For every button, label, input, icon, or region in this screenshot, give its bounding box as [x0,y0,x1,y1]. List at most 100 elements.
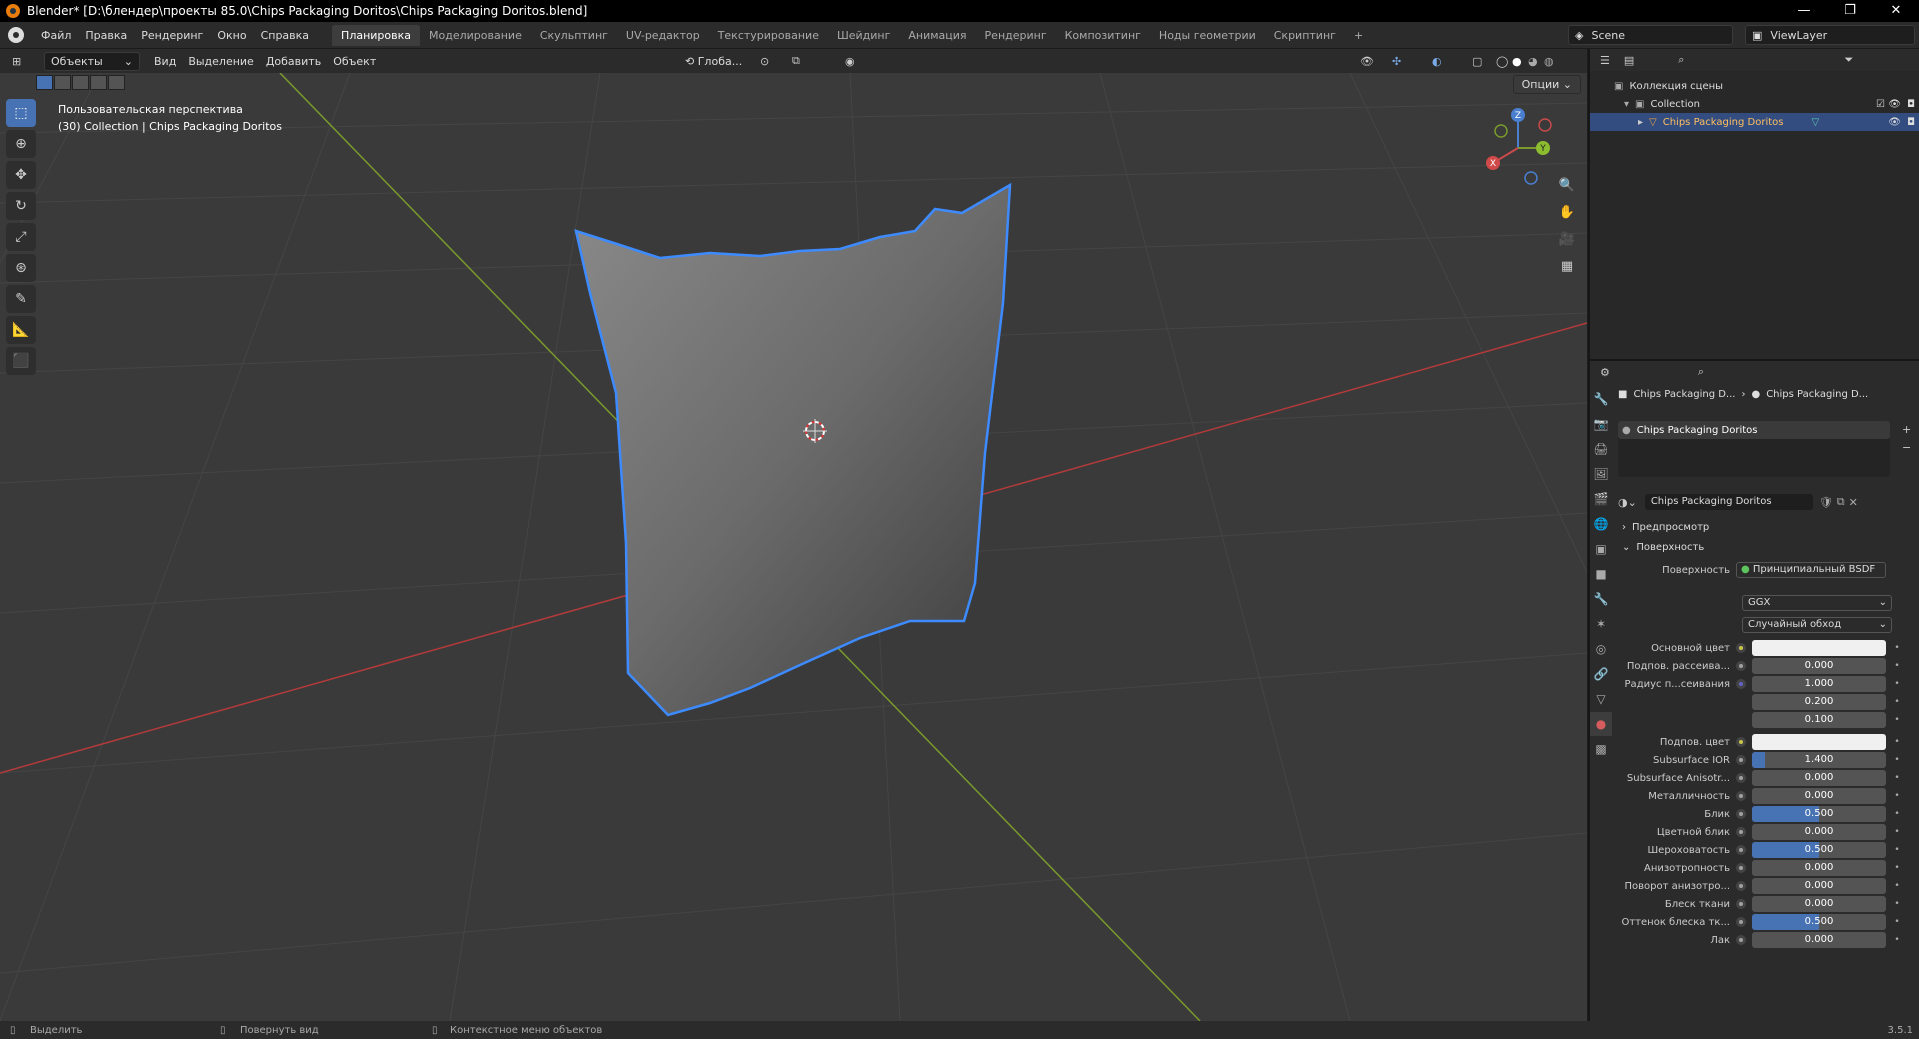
transform-orientation[interactable]: ⟲ Глоба... [685,55,742,68]
rotate-tool-icon[interactable]: ↻ [6,192,36,220]
proportional-edit-icon[interactable]: ◉ [845,55,855,68]
editor-type-icon[interactable]: ⊞ [12,55,21,68]
object-tab-icon[interactable]: ■ [1590,562,1612,586]
bsdf-value-field[interactable]: 1.400 [1752,752,1886,768]
tool-tab-icon[interactable]: 🔧 [1590,387,1612,411]
outliner-editor-icon[interactable]: ☰ [1600,54,1610,67]
tab-animation[interactable]: Анимация [899,25,975,46]
display-mode-icon[interactable]: ▤ [1624,54,1634,67]
keyframe-icon[interactable]: • [1892,755,1902,765]
scale-tool-icon[interactable]: ⤢ [6,223,36,251]
keyframe-icon[interactable]: • [1892,881,1902,891]
menu-file[interactable]: Файл [34,29,78,42]
bsdf-value-field[interactable]: 0.500 [1752,914,1886,930]
ortho-grid-icon[interactable]: ▦ [1553,254,1581,280]
pan-hand-icon[interactable]: ✋ [1553,200,1581,226]
minimize-button[interactable]: — [1781,0,1827,22]
eye-icon[interactable]: 👁 [1888,117,1901,128]
bsdf-value-field[interactable]: 0.000 [1752,788,1886,804]
bsdf-value-field[interactable]: 0.000 [1752,824,1886,840]
select-intersect-icon[interactable] [108,75,125,90]
keyframe-icon[interactable]: • [1892,715,1902,725]
mesh-data-tab-icon[interactable]: ▽ [1590,687,1612,711]
menu-window[interactable]: Окно [210,29,253,42]
eye-icon[interactable]: 👁 [1888,99,1901,110]
properties-editor-icon[interactable]: ⚙ [1600,366,1610,379]
maximize-button[interactable]: ❐ [1827,0,1873,22]
expand-arrow-icon[interactable]: ▸ [1638,117,1643,128]
bsdf-value-field[interactable]: 0.000 [1752,878,1886,894]
bsdf-value-field[interactable]: 0.000 [1752,896,1886,912]
scene-selector[interactable]: ◈ Scene [1568,25,1733,45]
socket-icon[interactable] [1736,809,1746,819]
physics-tab-icon[interactable]: ◎ [1590,637,1612,661]
bsdf-value-field[interactable]: 0.000 [1752,658,1886,674]
outliner-collection[interactable]: ▾ ▣ Collection ☑ 👁 ◘ [1590,95,1919,113]
distribution-dropdown[interactable]: GGX ⌄ [1742,595,1892,611]
blender-menu-icon[interactable] [8,27,24,43]
constraints-tab-icon[interactable]: 🔗 [1590,662,1612,686]
socket-icon[interactable] [1736,881,1746,891]
socket-icon[interactable] [1736,827,1746,837]
tab-shading[interactable]: Шейдинг [828,25,899,46]
tab-sculpting[interactable]: Скульптинг [531,25,617,46]
remove-slot-button[interactable]: − [1902,441,1911,454]
bsdf-value-field[interactable]: 0.000 [1752,932,1886,948]
checkbox-icon[interactable]: ☑ [1876,99,1885,110]
tab-layout[interactable]: Планировка [332,24,421,46]
subsurface-method-dropdown[interactable]: Случайный обход ⌄ [1742,617,1892,633]
socket-icon[interactable] [1736,755,1746,765]
tab-uv-editing[interactable]: UV-редактор [617,25,709,46]
bsdf-value-field[interactable]: 0.200 [1752,694,1886,710]
pivot-icon[interactable]: ⊙ [760,55,769,68]
bsdf-value-field[interactable] [1752,734,1886,750]
keyframe-icon[interactable]: • [1892,899,1902,909]
tab-compositing[interactable]: Композитинг [1056,25,1150,46]
bsdf-value-field[interactable]: 0.500 [1752,842,1886,858]
keyframe-icon[interactable]: • [1892,697,1902,707]
keyframe-icon[interactable]: • [1892,679,1902,689]
annotate-tool-icon[interactable]: ✎ [6,285,36,313]
snap-icon[interactable]: ⧉ [792,54,800,68]
visibility-icon[interactable]: 👁 [1360,55,1374,68]
select-difference-icon[interactable] [90,75,107,90]
material-tab-icon[interactable]: ● [1590,712,1612,736]
tab-modeling[interactable]: Моделирование [420,25,531,46]
select-box-tool-icon[interactable]: ⬚ [6,99,36,127]
view-layer-selector[interactable]: ▣ ViewLayer [1745,25,1915,45]
keyframe-icon[interactable]: • [1892,827,1902,837]
render-camera-icon[interactable]: ◘ [1907,117,1915,128]
keyframe-icon[interactable]: • [1892,845,1902,855]
socket-icon[interactable] [1736,935,1746,945]
menu-select[interactable]: Выделение [182,55,260,68]
tab-geometry-nodes[interactable]: Ноды геометрии [1150,25,1265,46]
particles-tab-icon[interactable]: ✶ [1590,612,1612,636]
modifier-tab-icon[interactable]: 🔧 [1590,587,1612,611]
outliner-object-row[interactable]: ▸ ▽ Chips Packaging Doritos ▽ 👁 ◘ [1590,113,1919,131]
add-workspace-button[interactable]: + [1345,25,1372,46]
socket-icon[interactable] [1736,791,1746,801]
keyframe-icon[interactable]: • [1892,791,1902,801]
texture-tab-icon[interactable]: ▩ [1590,737,1612,761]
add-cube-tool-icon[interactable]: ⬛ [6,347,36,375]
render-tab-icon[interactable]: 📷 [1590,412,1612,436]
preview-panel-header[interactable]: › Предпросмотр [1618,517,1918,537]
keyframe-icon[interactable]: • [1892,737,1902,747]
menu-object[interactable]: Объект [327,55,382,68]
cursor-tool-icon[interactable]: ⊕ [6,130,36,158]
chips-bag-object[interactable] [574,182,1012,717]
add-slot-button[interactable]: + [1902,423,1911,436]
tab-scripting[interactable]: Скриптинг [1265,25,1345,46]
select-subtract-icon[interactable] [72,75,89,90]
transform-tool-icon[interactable]: ⊛ [6,254,36,282]
options-button[interactable]: Опции ⌄ [1512,75,1581,94]
menu-edit[interactable]: Правка [78,29,134,42]
keyframe-icon[interactable]: • [1892,643,1902,653]
bsdf-value-field[interactable] [1752,640,1886,656]
bsdf-value-field[interactable]: 1.000 [1752,676,1886,692]
socket-icon[interactable] [1736,845,1746,855]
material-browse-icon[interactable]: ◑⌄ [1618,496,1637,509]
socket-icon[interactable] [1736,679,1746,689]
camera-view-icon[interactable]: 🎥 [1553,227,1581,253]
socket-icon[interactable] [1736,863,1746,873]
